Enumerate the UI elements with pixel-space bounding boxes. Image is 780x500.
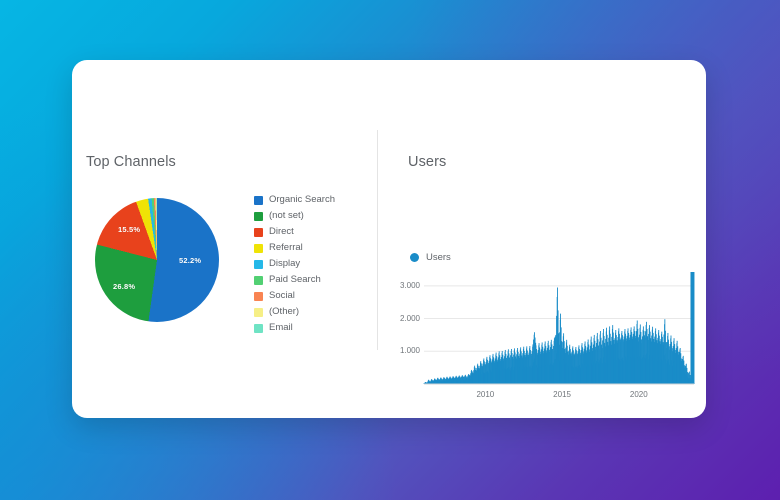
panels-container: Top Channels 52.2% 26.8% 15.5% Organic S… xyxy=(72,60,706,418)
legend-item-label: Referral xyxy=(269,242,303,254)
legend-color-swatch xyxy=(254,291,263,301)
legend-item-label: (Other) xyxy=(269,306,300,318)
pie-slice-label-not-set: 26.8% xyxy=(113,282,136,291)
pie-legend-item[interactable]: Email xyxy=(254,320,335,336)
legend-color-swatch xyxy=(254,323,263,333)
users-panel: Users Users 1.000 2.000 3.000 2010 2015 2020 xyxy=(378,60,706,418)
top-channels-title: Top Channels xyxy=(86,154,176,170)
legend-item-label: Social xyxy=(269,290,295,302)
legend-color-swatch xyxy=(254,259,263,269)
legend-item-label: Organic Search xyxy=(269,194,336,206)
users-area-chart-svg xyxy=(423,272,695,385)
pie-slice-label-direct: 15.5% xyxy=(118,225,141,234)
pie-legend-item[interactable]: Display xyxy=(254,256,335,272)
users-title: Users xyxy=(408,154,447,170)
legend-color-swatch xyxy=(254,195,263,205)
legend-color-swatch xyxy=(254,275,263,285)
pie-legend-item[interactable]: Organic Search xyxy=(254,192,335,208)
dashboard-card: Top Channels 52.2% 26.8% 15.5% Organic S… xyxy=(72,60,706,418)
y-axis-tick-label: 1.000 xyxy=(399,346,420,356)
pie-legend-item[interactable]: Social xyxy=(254,288,335,304)
x-axis-tick-label: 2015 xyxy=(553,390,571,399)
x-axis-tick-label: 2010 xyxy=(476,390,495,399)
pie-legend-item[interactable]: (Other) xyxy=(254,304,335,320)
pie-slice-label-organic-search: 52.2% xyxy=(179,256,202,265)
pie-legend: Organic Search (not set) Direct Referral Dis… xyxy=(254,192,335,336)
legend-color-swatch xyxy=(254,243,263,253)
x-axis-tick-label: 2020 xyxy=(629,390,648,399)
series-spikes xyxy=(423,272,695,384)
legend-color-swatch xyxy=(254,211,263,221)
pie-legend-item[interactable]: Paid Search xyxy=(254,272,335,288)
legend-item-label: Email xyxy=(269,322,293,334)
legend-item-label: Display xyxy=(269,258,301,270)
page-background: Top Channels 52.2% 26.8% 15.5% Organic S… xyxy=(0,0,780,500)
users-plot: 1.000 2.000 3.000 2010 2015 2020 xyxy=(386,272,698,406)
users-series-legend[interactable]: Users xyxy=(410,252,451,263)
pie-legend-item[interactable]: (not set) xyxy=(254,208,335,224)
pie-chart: 52.2% 26.8% 15.5% xyxy=(95,198,219,322)
legend-item-label: Direct xyxy=(269,226,294,238)
legend-item-label: Paid Search xyxy=(269,274,321,286)
legend-color-swatch xyxy=(254,227,263,237)
pie-legend-item[interactable]: Direct xyxy=(254,224,335,240)
y-axis-tick-label: 3.000 xyxy=(399,280,420,290)
y-axis-tick-label: 2.000 xyxy=(399,313,420,323)
series-dot-icon xyxy=(410,253,419,262)
pie-legend-item[interactable]: Referral xyxy=(254,240,335,256)
legend-color-swatch xyxy=(254,307,263,317)
series-legend-label: Users xyxy=(426,252,451,263)
top-channels-panel: Top Channels 52.2% 26.8% 15.5% Organic S… xyxy=(72,60,378,418)
legend-item-label: (not set) xyxy=(269,210,304,222)
